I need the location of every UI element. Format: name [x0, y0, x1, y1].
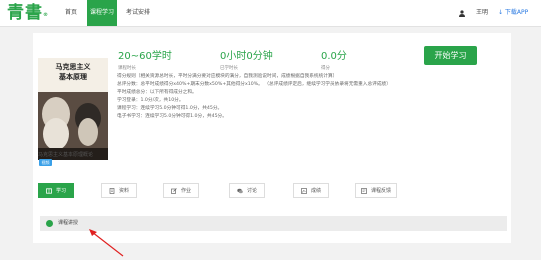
tab-discussion-label: 讨论 — [246, 188, 257, 194]
chat-icon — [237, 188, 243, 193]
tab-course-feedback[interactable]: 课程反馈 — [355, 183, 397, 198]
video-tag-badge: 视频 — [39, 159, 52, 166]
document-icon — [109, 187, 115, 194]
book-caption: 马克思主义基本原理概论 — [38, 152, 94, 158]
rule-line: 课程学习：连续学习5.0分钟可得1.0分，共45分。 — [117, 105, 223, 111]
section-dot-icon — [46, 220, 53, 227]
user-name[interactable]: 王明 — [476, 0, 488, 26]
chart-icon — [301, 187, 307, 194]
download-app-link[interactable]: ↓ 下载APP — [498, 0, 528, 26]
tab-materials[interactable]: 资料 — [101, 183, 137, 198]
score-label: 得分 — [321, 66, 330, 71]
tab-grades-label: 成绩 — [310, 188, 321, 194]
edit-icon — [171, 187, 177, 194]
top-navigation-bar: 青書® 首页 课程学习 考试安排 王明 ↓ 下载APP — [0, 0, 541, 27]
tab-homework-label: 作业 — [180, 188, 191, 194]
learned-time-label: 已学时长 — [220, 66, 238, 71]
course-lecture-section[interactable]: 课程讲授 — [40, 216, 507, 231]
rule-line: 总评分数：总平时成绩得分x40%+期末分数x50%+其他得分x10%。 （总评成… — [117, 81, 391, 87]
book-cover[interactable]: 马克思主义 基本原理 — [38, 58, 108, 160]
tab-study-label: 学习 — [55, 188, 66, 194]
rule-line: 学习登录：1.0分/次，共10分。 — [117, 97, 184, 103]
tab-course-feedback-label: 课程反馈 — [370, 188, 391, 194]
portrait-illustration — [38, 92, 108, 160]
tab-materials-label: 资料 — [118, 188, 129, 194]
scoring-rules: 得分规则（相关资源总时长，平时分满分要对应模块的满分，自我测验说时间，成绩根据自… — [117, 73, 497, 120]
rule-line: 得分规则（相关资源总时长，平时分满分要对应模块的满分，自我测验说时间，成绩根据自… — [117, 74, 338, 79]
course-duration-value: 20~60学时 — [118, 51, 172, 62]
user-icon — [459, 10, 465, 17]
tab-grades[interactable]: 成绩 — [293, 183, 329, 198]
tab-study[interactable]: 学习 — [38, 183, 74, 198]
nav-exam-schedule[interactable]: 考试安排 — [121, 0, 155, 26]
tab-homework[interactable]: 作业 — [163, 183, 199, 198]
rule-line: 电子书学习：连续学习5.0分钟可得1.0分，共45分。 — [117, 113, 227, 119]
nav-course-learning[interactable]: 课程学习 — [87, 0, 117, 26]
book-title-line2: 基本原理 — [59, 72, 87, 81]
feedback-icon — [361, 187, 367, 194]
rule-line: 平时成绩总分：以下所有得成分之和。 — [117, 89, 197, 95]
course-card: 马克思主义 基本原理 马克思主义基本原理概论 视频 20~60学时 课程时长 0… — [33, 33, 511, 243]
book-title-line1: 马克思主义 — [55, 62, 91, 71]
course-duration-label: 课程时长 — [118, 66, 136, 71]
book-cover-title: 马克思主义 基本原理 — [38, 62, 108, 82]
learned-time-value: 0小时0分钟 — [220, 51, 273, 62]
book-icon — [46, 187, 52, 194]
tab-discussion[interactable]: 讨论 — [229, 183, 265, 198]
nav-home[interactable]: 首页 — [58, 0, 84, 26]
score-value: 0.0分 — [321, 51, 347, 62]
logo[interactable]: 青書® — [7, 3, 49, 23]
section-title: 课程讲授 — [58, 220, 79, 226]
start-learning-button[interactable]: 开始学习 — [424, 46, 477, 65]
